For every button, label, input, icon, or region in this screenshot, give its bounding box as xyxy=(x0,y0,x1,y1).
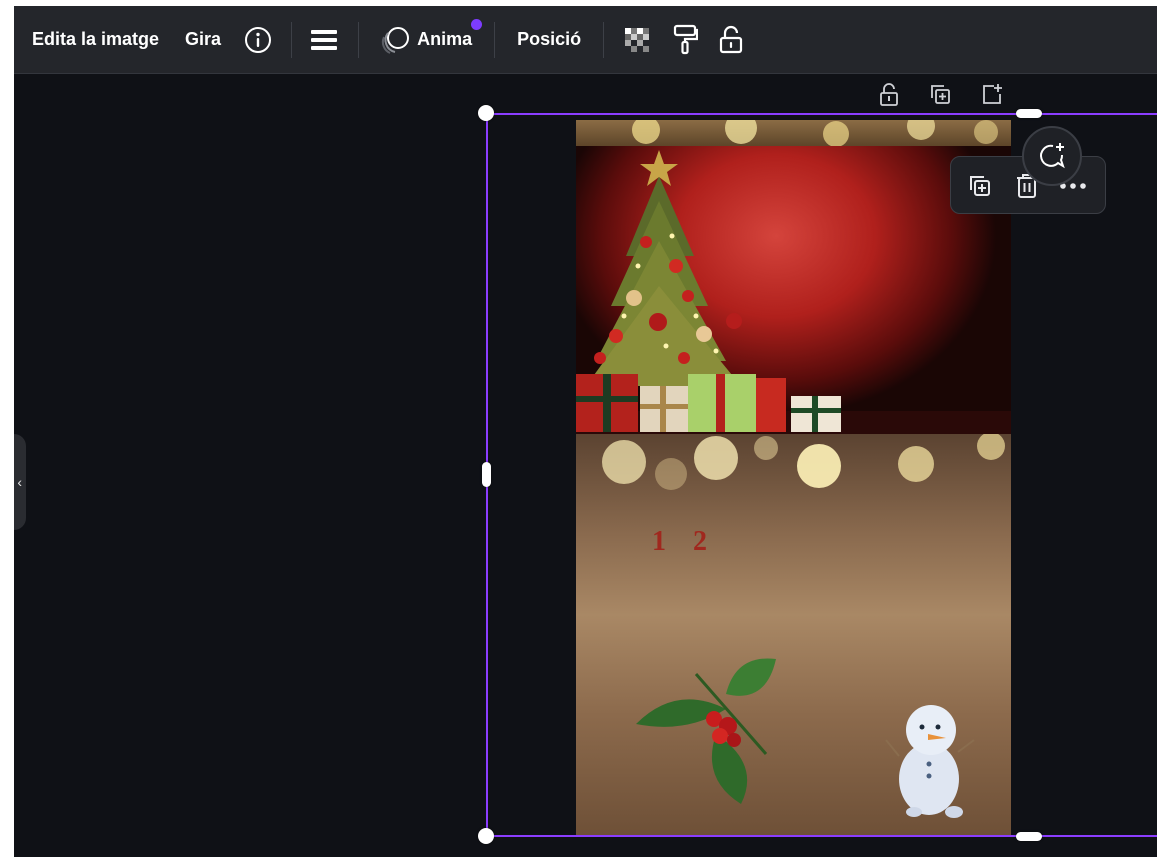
edit-image-button[interactable]: Edita la imatge xyxy=(32,29,159,50)
top-toolbar: Edita la imatge Gira Anima Posició xyxy=(14,6,1157,74)
animate-icon xyxy=(381,26,410,54)
editor-app: Edita la imatge Gira Anima Posició ‹ 1 2 xyxy=(14,6,1157,857)
selection-frame xyxy=(486,113,1157,837)
menu-icon[interactable] xyxy=(310,28,338,52)
add-comment-button[interactable] xyxy=(1022,126,1082,186)
duplicate-page-icon[interactable] xyxy=(928,82,952,111)
position-button[interactable]: Posició xyxy=(517,29,581,50)
resize-handle-top[interactable] xyxy=(1016,109,1042,118)
animate-label: Anima xyxy=(417,29,473,49)
toolbar-divider xyxy=(291,21,293,58)
page-lock-icon[interactable] xyxy=(878,82,900,113)
add-page-icon[interactable] xyxy=(980,82,1004,111)
collapse-panel-button[interactable]: ‹ xyxy=(14,434,26,530)
chevron-left-icon: ‹ xyxy=(17,474,22,490)
resize-handle-left[interactable] xyxy=(482,462,491,487)
animate-button[interactable]: Anima xyxy=(379,18,483,55)
add-comment-icon xyxy=(1040,143,1065,169)
transparency-icon[interactable] xyxy=(622,25,652,55)
new-feature-dot xyxy=(471,18,483,30)
rotate-button[interactable]: Gira xyxy=(185,29,221,50)
resize-handle-bottom-left[interactable] xyxy=(478,828,494,844)
resize-handle-top-left[interactable] xyxy=(478,105,494,121)
paint-format-icon[interactable] xyxy=(672,24,699,56)
lock-icon[interactable] xyxy=(718,25,744,55)
info-icon[interactable] xyxy=(243,25,273,55)
copy-element-icon[interactable] xyxy=(967,173,993,204)
toolbar-divider xyxy=(358,21,360,58)
toolbar-divider xyxy=(494,21,496,58)
toolbar-divider xyxy=(603,21,605,58)
resize-handle-bottom[interactable] xyxy=(1016,832,1042,841)
